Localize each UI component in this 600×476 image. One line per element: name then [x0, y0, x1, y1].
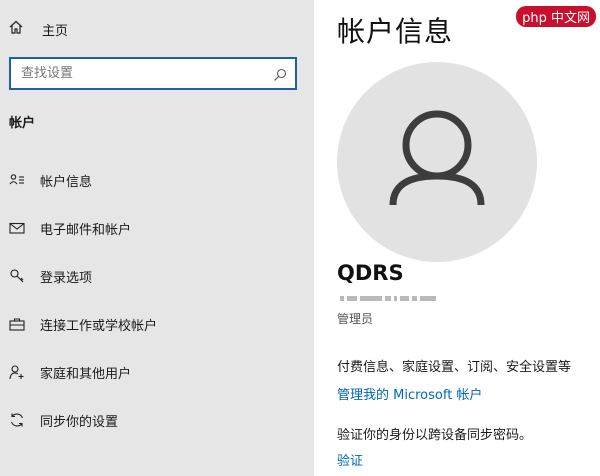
sidebar-item-work-school[interactable]: 连接工作或学校帐户 [0, 306, 314, 342]
search-icon[interactable] [273, 67, 287, 81]
sidebar-item-label: 连接工作或学校帐户 [40, 318, 158, 334]
sidebar-item-family[interactable]: 家庭和其他用户 [0, 354, 314, 390]
username: QDRS [337, 261, 404, 285]
person-list-icon [9, 172, 25, 188]
manage-microsoft-account-link[interactable]: 管理我的 Microsoft 帐户 [337, 384, 482, 403]
watermark-logo: php 中文网 [516, 6, 596, 27]
search-box[interactable] [9, 57, 297, 90]
mail-icon [9, 220, 25, 236]
sidebar-item-label: 同步你的设置 [40, 414, 119, 430]
billing-description: 付费信息、家庭设置、订阅、安全设置等 [337, 360, 572, 375]
sidebar-item-account-info[interactable]: 帐户信息 [0, 162, 314, 198]
search-input[interactable] [11, 66, 261, 81]
home-icon [8, 19, 24, 39]
verify-link[interactable]: 验证 [337, 450, 363, 469]
sync-icon [9, 412, 25, 428]
sidebar-item-label: 电子邮件和帐户 [40, 222, 132, 238]
key-icon [9, 268, 25, 284]
sidebar-item-sign-in-options[interactable]: 登录选项 [0, 258, 314, 294]
home-nav-item[interactable]: 主页 [0, 12, 314, 46]
email-redacted [340, 293, 470, 303]
sidebar-item-email-accounts[interactable]: 电子邮件和帐户 [0, 210, 314, 246]
page-title: 帐户信息 [337, 15, 454, 48]
user-silhouette-icon [389, 110, 485, 206]
briefcase-icon [9, 316, 25, 332]
sidebar-item-sync[interactable]: 同步你的设置 [0, 402, 314, 438]
person-add-icon [9, 364, 25, 380]
sidebar: 主页 帐户 帐户信息 电子邮件和帐户 登录选项 连接工作或学校帐户 [0, 0, 314, 476]
sidebar-item-label: 登录选项 [40, 270, 93, 286]
avatar [337, 62, 537, 262]
sidebar-item-label: 家庭和其他用户 [40, 366, 132, 382]
section-title: 帐户 [9, 116, 36, 131]
verify-description: 验证你的身份以跨设备同步密码。 [337, 428, 533, 443]
account-role: 管理员 [337, 312, 374, 326]
home-label: 主页 [42, 23, 69, 39]
sidebar-item-label: 帐户信息 [40, 174, 93, 190]
